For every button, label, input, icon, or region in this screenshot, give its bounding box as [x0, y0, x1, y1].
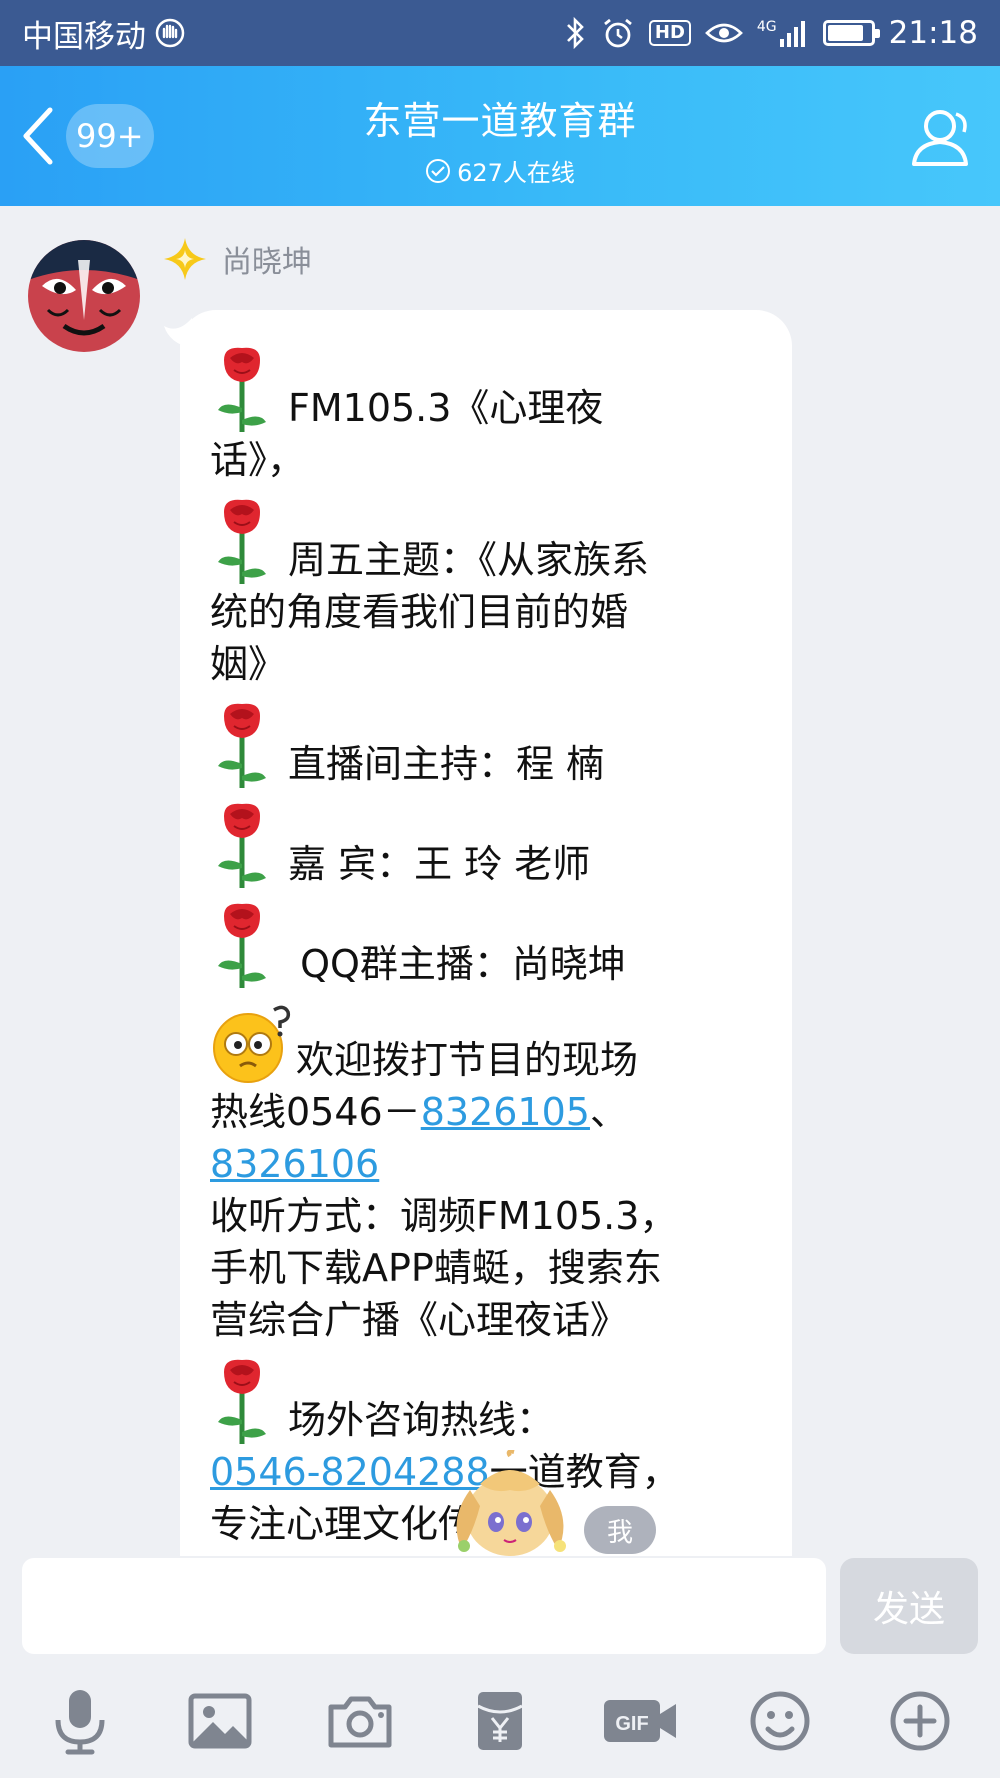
group-members-button[interactable]: [906, 102, 978, 174]
rose-line-block: 周五主题：《从家族系统的角度看我们目前的婚 姻》: [210, 496, 762, 690]
title-block[interactable]: 东营一道教育群 627人在线: [200, 90, 800, 188]
clock-label: 21:18: [888, 15, 978, 51]
rose-line-block: QQ群主播：尚晓坤: [210, 900, 762, 990]
network-type-label: 4G: [756, 19, 777, 35]
back-button[interactable]: 99+: [18, 104, 158, 168]
listen-line: 营综合广播《心理夜话》: [210, 1298, 629, 1342]
rose-line-block: 嘉 宾：王 玲 老师: [210, 800, 762, 890]
rose-icon: [218, 903, 266, 988]
confused-emoji-icon: [213, 1005, 291, 1083]
bluetooth-icon: [566, 16, 584, 50]
message-text-line: 直播间主持：程 楠: [288, 742, 605, 786]
phone-link-1[interactable]: 8326105: [421, 1090, 590, 1134]
listen-line: 手机下载APP蜻蜓，搜索东: [210, 1246, 662, 1290]
rose-icon: [218, 347, 266, 432]
eye-icon: [704, 23, 743, 43]
message-bubble[interactable]: FM105.3《心理夜 话》， 周五主题：《从家族系 统的角度看我们目前的婚 姻》 直播间…: [180, 310, 792, 1556]
message-text-line: 统的角度看我们目前的婚: [210, 590, 629, 634]
phone-separator: 、: [589, 1090, 628, 1134]
avatar[interactable]: [28, 240, 140, 352]
camera-icon: [328, 1696, 392, 1748]
listen-method-block: 收听方式：调频FM105.3， 手机下载APP蜻蜓，搜索东 营综合广播《心理夜话…: [210, 1190, 762, 1346]
consult-title: 场外咨询热线：: [288, 1398, 555, 1442]
check-circle-icon: [426, 158, 451, 183]
sender-row: 尚晓坤: [162, 236, 312, 282]
opera-mask-avatar-icon: [28, 240, 140, 352]
chevron-left-icon: [23, 107, 53, 165]
voice-button[interactable]: [40, 1681, 120, 1761]
emoji-icon: [750, 1691, 810, 1751]
message-text-line: 周五主题：《从家族系: [288, 538, 650, 582]
group-title: 东营一道教育群: [363, 99, 637, 143]
message-text-line: 姻》: [210, 642, 287, 686]
gif-icon: GIF: [604, 1700, 676, 1742]
online-count: 627人在线: [457, 159, 575, 187]
battery-icon: [822, 20, 880, 46]
rose-icon: [218, 703, 266, 788]
unread-count-badge: 99+: [66, 104, 154, 168]
camera-button[interactable]: [320, 1681, 400, 1761]
message-text-line: FM105.3《心理夜: [288, 386, 604, 430]
microphone-icon: [55, 1690, 105, 1755]
pet-tag[interactable]: 我: [584, 1506, 656, 1554]
gif-button[interactable]: GIF: [600, 1681, 680, 1761]
input-toolbar: GIF: [0, 1664, 1000, 1778]
battery-fill: [827, 25, 863, 41]
alarm-icon: [604, 18, 632, 48]
pet-mascot-icon[interactable]: [440, 1450, 590, 1558]
signal-icon: [779, 21, 805, 47]
svg-text:GIF: GIF: [615, 1713, 648, 1735]
red-packet-icon: [477, 1692, 523, 1750]
online-status: 627人在线: [200, 153, 800, 188]
more-button[interactable]: [880, 1681, 960, 1761]
phone-link-2[interactable]: 8326106: [210, 1142, 379, 1186]
message-text-line: 话》，: [210, 438, 306, 482]
sender-name[interactable]: 尚晓坤: [222, 237, 312, 281]
user-icon: [912, 110, 968, 166]
message-input[interactable]: [22, 1558, 826, 1654]
plus-icon: [890, 1691, 950, 1751]
hotline-prefix: 热线0546－: [210, 1090, 421, 1134]
message-text-line: QQ群主播：尚晓坤: [288, 942, 626, 986]
rose-icon: [218, 803, 266, 888]
red-packet-button[interactable]: [460, 1681, 540, 1761]
hd-badge: HD: [648, 20, 691, 46]
star-badge-icon: [164, 238, 206, 280]
album-button[interactable]: [180, 1681, 260, 1761]
carrier-label: 中国移动: [22, 18, 146, 55]
hotline-block: 欢迎拨打节目的现场 热线0546－8326105、 8326106: [210, 1000, 762, 1190]
signal-indicator: 4G: [757, 19, 809, 47]
message-rose-blocks: FM105.3《心理夜 话》， 周五主题：《从家族系 统的角度看我们目前的婚 姻》 直播间…: [210, 344, 762, 990]
rose-icon: [218, 499, 266, 584]
rose-icon: [218, 1359, 266, 1444]
emoji-button[interactable]: [740, 1681, 820, 1761]
message-text-line: 嘉 宾：王 玲 老师: [288, 842, 591, 886]
rose-line-block: FM105.3《心理夜话》，: [210, 344, 762, 486]
image-icon: [188, 1693, 252, 1749]
input-bar: 发送: [0, 1556, 1000, 1664]
send-button[interactable]: 发送: [840, 1558, 978, 1654]
status-bar: 中国移动 HD 4G 21:18: [0, 0, 1000, 66]
chat-header: 99+ 东营一道教育群 627人在线: [0, 66, 1000, 206]
hotline-intro: 欢迎拨打节目的现场: [296, 1038, 639, 1082]
listen-line: 收听方式：调频FM105.3，: [210, 1194, 678, 1238]
rose-line-block: 直播间主持：程 楠: [210, 700, 762, 790]
hand-icon: [155, 18, 185, 48]
chat-area[interactable]: 尚晓坤 FM105.3《心理夜 话》， 周五主题：《从家族系 统的角度看我们目前的婚姻…: [0, 206, 1000, 1556]
